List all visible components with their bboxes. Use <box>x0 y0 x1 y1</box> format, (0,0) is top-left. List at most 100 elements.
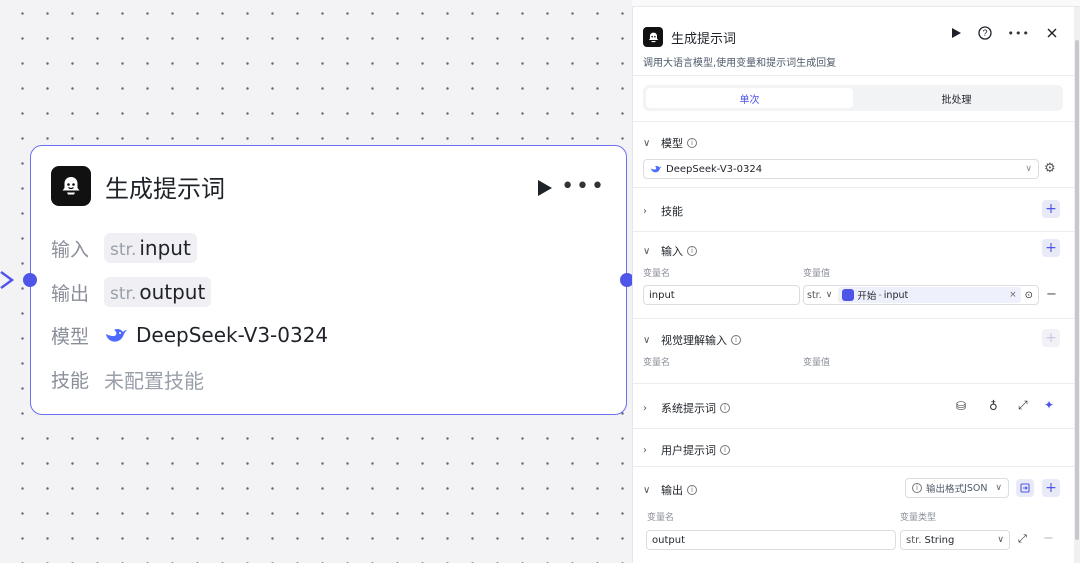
tab-single[interactable]: 单次 <box>646 88 853 108</box>
expand-icon[interactable]: ⤢ <box>1018 398 1028 413</box>
input-col-name: 变量名 <box>643 269 671 279</box>
info-icon: i <box>687 485 697 495</box>
section-output-label: 输出 <box>661 484 683 497</box>
panel-header: 生成提示词 <box>643 27 736 47</box>
node-input-port[interactable] <box>23 273 37 287</box>
node-title: 生成提示词 <box>105 174 225 203</box>
more-options-icon[interactable]: ••• <box>1008 27 1030 40</box>
start-node-icon <box>842 289 855 301</box>
section-model-header[interactable]: ∨ 模型 i <box>643 135 697 151</box>
panel-actions: ? ••• <box>950 26 1058 40</box>
add-output-button[interactable]: + <box>1042 479 1060 497</box>
section-user-prompt-label: 用户提示词 <box>661 444 716 457</box>
divider <box>633 121 1075 122</box>
ai-magic-icon[interactable]: ✦ <box>1044 398 1054 412</box>
chevron-right-icon: › <box>643 444 647 456</box>
chevron-down-icon: ∨ <box>995 483 1002 493</box>
info-icon: i <box>731 335 741 345</box>
input-var-value-field[interactable]: str. ∨ 开始 - input × ⊙ <box>803 285 1039 305</box>
node-skill-row: 技能 未配置技能 <box>51 362 204 396</box>
panel-scrollbar-thumb[interactable] <box>1075 40 1079 540</box>
input-var-name-field[interactable]: input <box>643 285 800 305</box>
clear-icon[interactable]: × <box>1009 290 1017 300</box>
panel-description: 调用大语言模型,使用变量和提示词生成回复 <box>643 58 837 69</box>
node-model-name: DeepSeek-V3-0324 <box>136 323 329 347</box>
section-skills-label: 技能 <box>661 205 683 218</box>
output-format-select[interactable]: i 输出格式 JSON ∨ <box>905 478 1009 498</box>
type-prefix: str. <box>906 534 922 546</box>
llm-logo-icon <box>643 27 663 47</box>
tab-batch[interactable]: 批处理 <box>853 88 1060 108</box>
remove-output-icon[interactable]: − <box>1043 531 1054 546</box>
mode-tabs: 单次 批处理 <box>643 85 1063 111</box>
divider <box>633 428 1075 429</box>
section-model-label: 模型 <box>661 137 683 150</box>
section-input-header[interactable]: ∨ 输入 i <box>643 243 697 259</box>
type-badge: str. <box>110 284 137 304</box>
divider <box>633 318 1075 319</box>
run-icon[interactable] <box>950 27 962 39</box>
node-model-label: 模型 <box>51 325 90 348</box>
svg-text:?: ? <box>982 28 987 38</box>
node-model-row: 模型 DeepSeek-V3-0324 <box>51 318 328 352</box>
node-input-chip: str. input <box>104 233 197 263</box>
chevron-down-icon: ∨ <box>643 137 651 149</box>
chevron-right-icon: › <box>643 402 647 414</box>
node-input-label: 输入 <box>51 238 90 261</box>
output-import-button[interactable] <box>1016 479 1034 497</box>
add-vision-input-button[interactable]: + <box>1042 329 1060 347</box>
node-skill-label: 技能 <box>51 369 90 392</box>
add-input-button[interactable]: + <box>1042 239 1060 257</box>
model-select-value: DeepSeek-V3-0324 <box>666 163 763 175</box>
node-output-chip: str. output <box>104 277 212 307</box>
model-select[interactable]: DeepSeek-V3-0324 ∨ <box>643 159 1039 179</box>
ref-source: 开始 <box>857 291 877 302</box>
section-output-header[interactable]: ∨ 输出 i <box>643 482 697 498</box>
chevron-down-icon: ∨ <box>1025 164 1032 174</box>
section-input-label: 输入 <box>661 245 683 258</box>
variable-reference-chip[interactable]: 开始 - input × <box>838 287 1021 303</box>
add-skill-button[interactable]: + <box>1042 200 1060 218</box>
node-input-value: input <box>139 236 191 260</box>
remove-input-icon[interactable]: − <box>1046 287 1057 302</box>
input-col-value: 变量值 <box>803 269 831 279</box>
section-vision-header[interactable]: ∨ 视觉理解输入 i <box>643 332 741 348</box>
section-vision-label: 视觉理解输入 <box>661 334 727 347</box>
section-user-prompt-header[interactable]: › 用户提示词 i <box>643 442 730 458</box>
more-options-icon[interactable]: ••• <box>561 174 606 199</box>
section-skills-header[interactable]: › 技能 <box>643 203 683 219</box>
output-format-value: JSON <box>964 482 988 494</box>
chevron-down-icon[interactable]: ∨ <box>826 290 833 300</box>
type-badge: str. <box>110 240 137 260</box>
prompt-library-icon[interactable]: ⛁ <box>956 399 966 413</box>
variable-picker-icon[interactable]: ⊙ <box>1025 290 1033 301</box>
ref-separator: - <box>878 289 882 301</box>
output-var-name-field[interactable]: output <box>646 530 896 550</box>
output-type-value: String <box>924 534 955 546</box>
divider <box>633 466 1075 467</box>
expand-icon[interactable]: ⤢ <box>1018 532 1027 546</box>
model-settings-gear-icon[interactable]: ⚙ <box>1044 161 1056 176</box>
help-icon[interactable]: ? <box>977 26 992 40</box>
section-system-prompt-header[interactable]: › 系统提示词 i <box>643 400 730 416</box>
llm-node-card[interactable]: 生成提示词 ••• 输入 str. input 输出 str. output 模… <box>23 145 634 415</box>
lightbulb-icon[interactable]: ♁ <box>989 399 998 413</box>
type-select[interactable]: str. <box>807 290 822 301</box>
chevron-down-icon: ∨ <box>997 535 1004 545</box>
node-model: DeepSeek-V3-0324 <box>104 323 328 347</box>
info-icon: i <box>720 445 730 455</box>
panel-title: 生成提示词 <box>671 31 737 47</box>
divider <box>633 187 1075 188</box>
node-output-label: 输出 <box>51 282 90 305</box>
divider <box>633 383 1075 384</box>
output-format-label: 输出格式 <box>926 484 965 495</box>
close-icon[interactable] <box>1046 27 1058 39</box>
run-node-icon[interactable] <box>534 178 554 198</box>
info-icon: i <box>720 403 730 413</box>
section-system-prompt-label: 系统提示词 <box>661 402 716 415</box>
output-col-type: 变量类型 <box>900 513 937 523</box>
chevron-down-icon: ∨ <box>643 484 651 496</box>
node-output-row: 输出 str. output <box>51 275 212 309</box>
node-config-panel: 生成提示词 ? ••• 调用大语言模型,使用变量和提示词生成回复 单次 批处理 … <box>632 7 1075 563</box>
output-type-select[interactable]: str. String ∨ <box>900 530 1010 550</box>
